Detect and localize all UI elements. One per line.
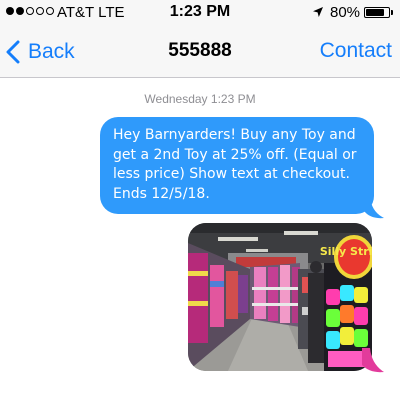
back-button[interactable]: Back [6,36,75,68]
contact-button[interactable]: Contact [320,39,392,63]
location-arrow-icon [313,7,323,17]
message-timestamp: Wednesday 1:23 PM [144,92,256,106]
back-label: Back [28,40,75,63]
sign-text: Silly String [320,245,372,258]
chevron-left-icon [6,40,20,64]
toy-store-photo: Silly String [188,223,372,371]
battery-icon [364,7,390,18]
image-message-bubble[interactable]: Silly String [188,223,372,371]
bubble-tail [362,348,384,373]
navigation-bar: Back 555888 Contact [0,26,400,78]
status-bar: AT&T LTE 1:23 PM 80% [0,0,400,26]
battery-tip [391,10,393,15]
outgoing-message-bubble[interactable]: Hey Barnyarders! Buy any Toy and get a 2… [100,117,374,214]
battery-percentage: 80% [330,4,361,21]
bubble-tail [364,197,384,219]
battery-fill [366,9,384,16]
